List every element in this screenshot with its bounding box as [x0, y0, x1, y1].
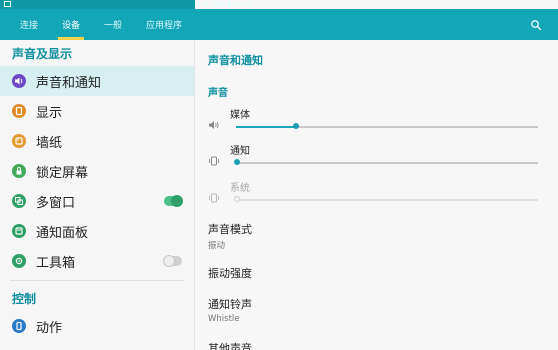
- vibrate-icon: [209, 193, 219, 203]
- sidebar-item-toolbox[interactable]: 工具箱: [0, 246, 194, 276]
- sidebar-item-sound-notifications[interactable]: 声音和通知: [0, 66, 194, 96]
- lock-icon: [12, 164, 26, 178]
- notification-icon: [4, 1, 11, 7]
- setting-notification-ringtone[interactable]: 通知铃声 Whistle: [208, 296, 538, 324]
- volume-media: 媒体: [208, 106, 548, 138]
- tab-device[interactable]: 设备: [50, 9, 92, 40]
- wifi-icon: ≋: [203, 1, 209, 8]
- tab-label: 连接: [20, 21, 39, 31]
- display-icon: [12, 104, 26, 118]
- section-header-sound-display: 声音及显示: [12, 46, 73, 61]
- volume-label: 媒体: [230, 110, 250, 121]
- volume-thumb: [234, 196, 240, 202]
- sidebar-item-display[interactable]: 显示: [0, 96, 194, 126]
- toolbox-toggle[interactable]: [163, 255, 182, 267]
- multi-window-toggle[interactable]: [164, 195, 183, 207]
- status-right: ✕ ≋ 78% ▮ 23:17: [195, 0, 558, 9]
- sound-notifications-detail-panel: 声音和通知 声音 媒体 通知 系统 声音模式 振动 振动强度 通知铃声 Whis…: [195, 40, 558, 350]
- volume-slider[interactable]: [236, 123, 538, 129]
- multiwindow-icon: [12, 194, 26, 208]
- tab-label: 设备: [62, 21, 81, 31]
- sidebar-item-motions[interactable]: 动作: [0, 311, 194, 341]
- wallpaper-icon: [12, 134, 26, 148]
- battery-level: 78%: [211, 1, 225, 8]
- sidebar-item-label: 动作: [36, 320, 63, 336]
- search-icon[interactable]: [530, 19, 542, 31]
- setting-title: 声音模式: [208, 223, 252, 236]
- page-title: 声音和通知: [208, 54, 263, 67]
- notification-panel-icon: [12, 224, 26, 238]
- vibrate-icon: [209, 156, 219, 166]
- setting-other-sounds[interactable]: 其他声音: [208, 340, 538, 350]
- toggle-knob: [171, 195, 183, 207]
- volume-slider[interactable]: [234, 159, 538, 165]
- sidebar-item-label: 工具箱: [36, 255, 76, 271]
- volume-system: 系统: [208, 179, 548, 211]
- divider: [10, 280, 184, 281]
- volume-thumb[interactable]: [293, 123, 300, 129]
- setting-title: 通知铃声: [208, 298, 252, 311]
- volume-icon: [12, 74, 26, 88]
- settings-tab-bar: 连接 设备 一般 应用程序: [0, 9, 558, 40]
- volume-thumb[interactable]: [234, 159, 240, 165]
- tab-general[interactable]: 一般: [92, 9, 134, 40]
- sidebar-item-label: 通知面板: [36, 225, 89, 241]
- sidebar-item-label: 声音和通知: [36, 75, 102, 91]
- status-bar: ✕ ≋ 78% ▮ 23:17: [0, 0, 558, 9]
- setting-title: 其他声音: [208, 342, 252, 350]
- section-header-sound: 声音: [208, 88, 228, 99]
- tab-connections[interactable]: 连接: [8, 9, 50, 40]
- sidebar-item-label: 墙纸: [36, 135, 63, 151]
- volume-slider: [234, 196, 538, 202]
- toggle-knob: [163, 255, 175, 267]
- setting-title: 振动强度: [208, 267, 252, 280]
- section-header-controls: 控制: [12, 291, 37, 306]
- settings-list-panel: 声音及显示 声音和通知 显示 墙纸 锁定屏幕 多窗口 通知面板 工具箱 控制 动…: [0, 40, 195, 350]
- setting-subtitle: 振动: [208, 241, 226, 251]
- volume-notifications: 通知: [208, 142, 548, 174]
- motion-icon: [12, 319, 26, 333]
- setting-sound-mode[interactable]: 声音模式 振动: [208, 221, 538, 251]
- tabs: 连接 设备 一般 应用程序: [8, 9, 194, 40]
- sidebar-item-lock-screen[interactable]: 锁定屏幕: [0, 156, 194, 186]
- sidebar-item-label: 锁定屏幕: [36, 165, 89, 181]
- battery-icon: ▮: [227, 1, 231, 8]
- volume-fill: [236, 126, 297, 128]
- mute-icon: ✕: [195, 1, 201, 8]
- tab-label: 应用程序: [146, 21, 183, 31]
- sidebar-item-label: 多窗口: [36, 195, 76, 211]
- sidebar-item-label: 显示: [36, 105, 63, 121]
- toolbox-icon: [12, 254, 26, 268]
- clock: 23:17: [233, 1, 252, 8]
- setting-vibration-intensity[interactable]: 振动强度: [208, 265, 538, 281]
- sidebar-item-notification-panel[interactable]: 通知面板: [0, 216, 194, 246]
- volume-label: 通知: [230, 146, 250, 157]
- tab-applications[interactable]: 应用程序: [134, 9, 194, 40]
- sidebar-item-multi-window[interactable]: 多窗口: [0, 186, 194, 216]
- setting-subtitle: Whistle: [208, 314, 240, 324]
- speaker-icon: [209, 121, 219, 129]
- sidebar-item-wallpaper[interactable]: 墙纸: [0, 126, 194, 156]
- tab-label: 一般: [104, 21, 123, 31]
- volume-label: 系统: [230, 183, 250, 194]
